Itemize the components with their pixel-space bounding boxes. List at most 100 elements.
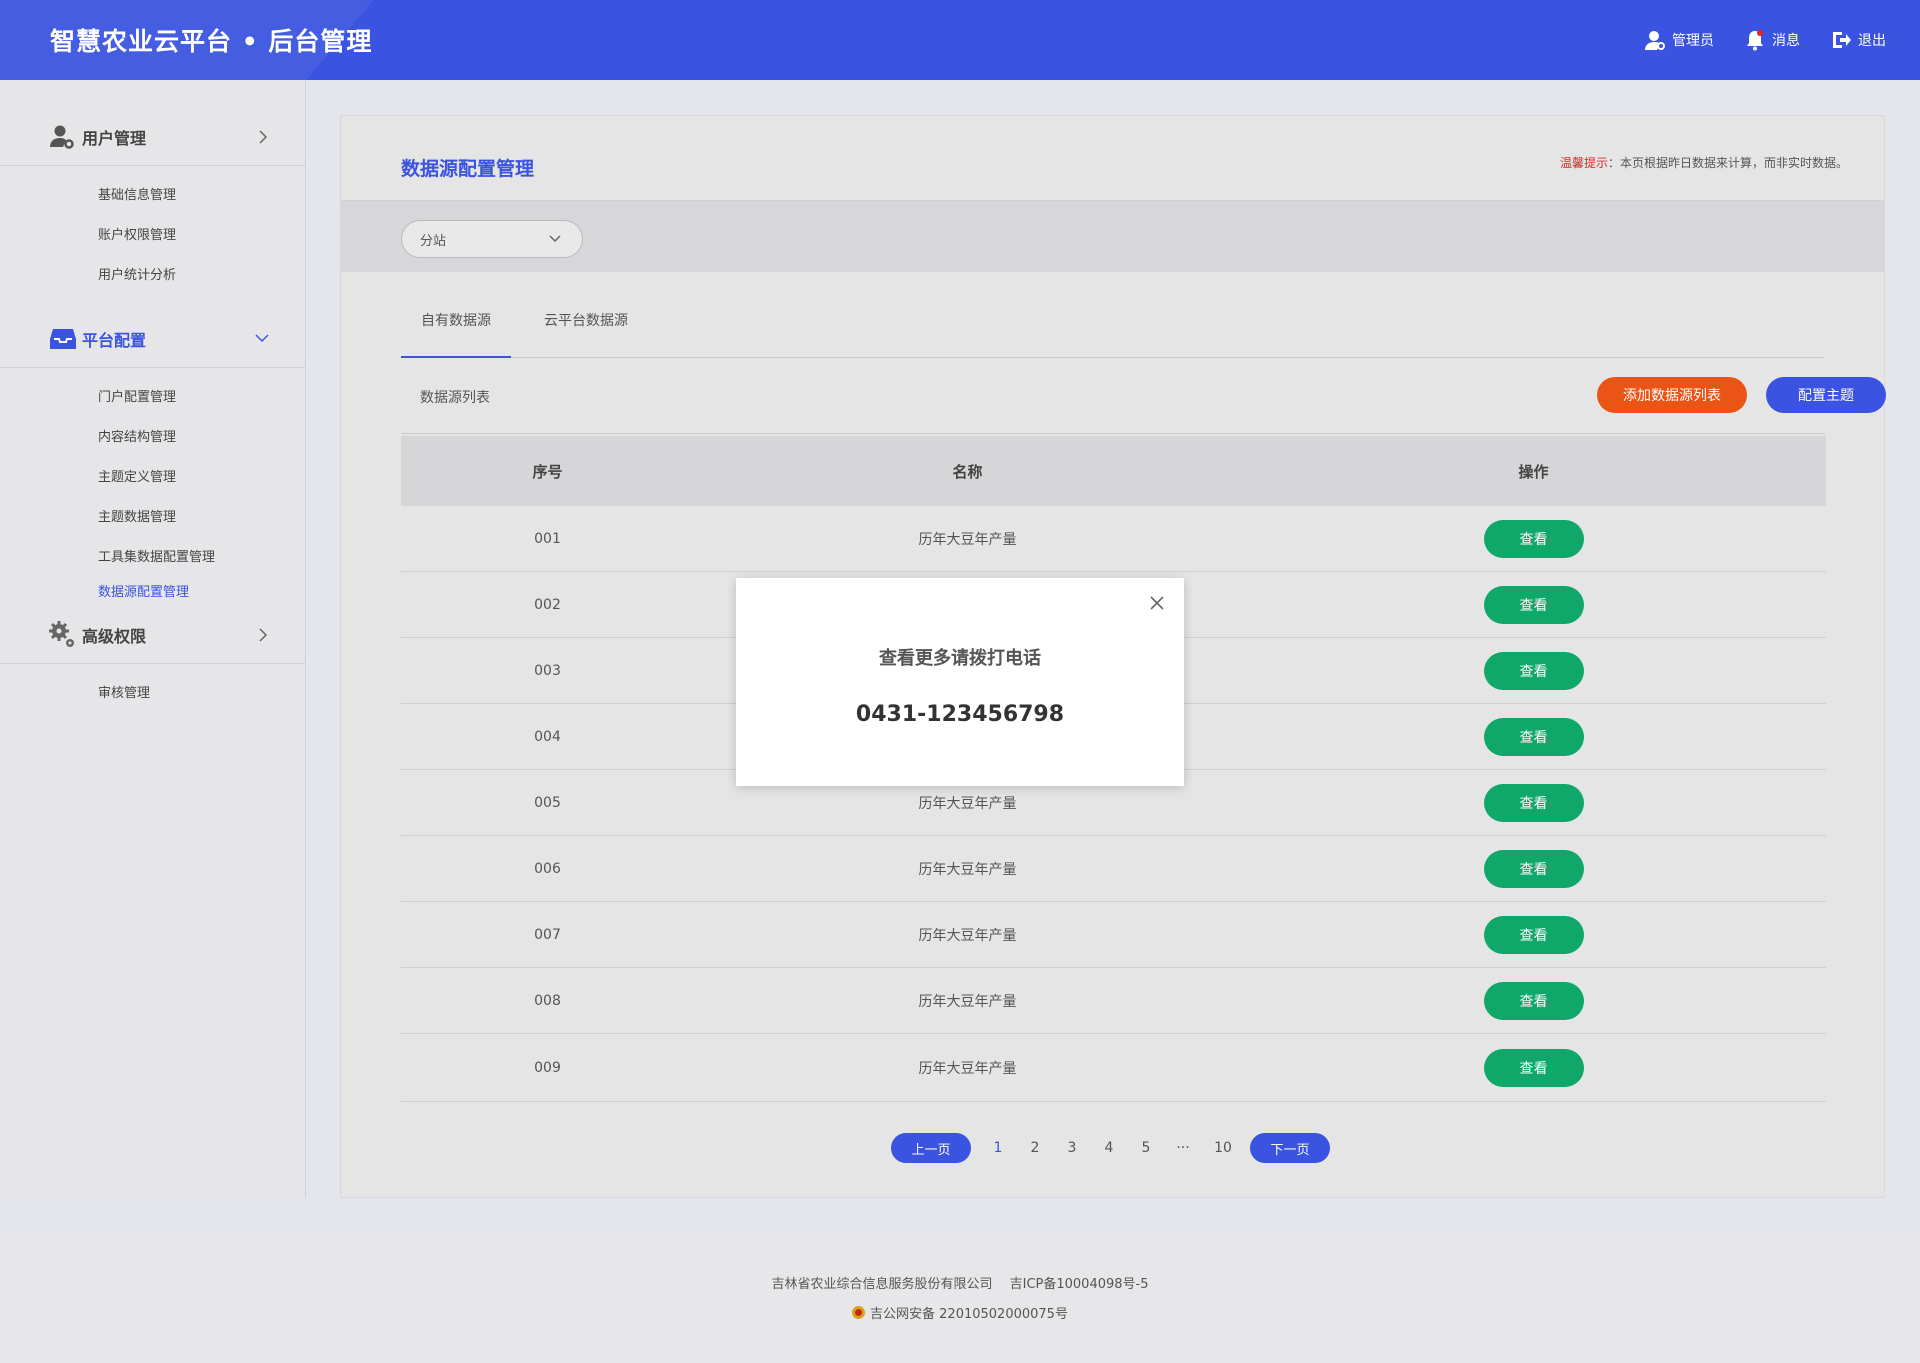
header-action: 操作 xyxy=(1518,462,1549,481)
page-number[interactable]: 5 xyxy=(1131,1140,1161,1156)
page-number[interactable]: 4 xyxy=(1094,1140,1124,1156)
cell-name: 历年大豆年产量 xyxy=(918,927,1017,944)
chevron-down-icon xyxy=(255,334,269,343)
view-button[interactable]: 查看 xyxy=(1483,783,1584,822)
tab-own-datasource[interactable]: 自有数据源 xyxy=(401,296,511,358)
tip-label: 温馨提示 xyxy=(1559,156,1608,170)
modal-message: 查看更多请拨打电话 xyxy=(879,648,1041,669)
menu-label-platform: 平台配置 xyxy=(82,330,147,350)
header-no: 序号 xyxy=(532,462,563,481)
submenu-platform: 门户配置管理 内容结构管理 主题定义管理 主题数据管理 工具集数据配置管理 数据… xyxy=(0,368,305,622)
app-title: 智慧农业云平台 • 后台管理 xyxy=(50,27,373,56)
cell-action: 查看 xyxy=(1241,651,1826,690)
cell-no: 001 xyxy=(534,530,561,547)
cell-action: 查看 xyxy=(1241,519,1826,558)
chevron-down-icon xyxy=(549,235,561,243)
sidebar-item-basic-info[interactable]: 基础信息管理 xyxy=(0,176,305,216)
logout-button[interactable]: 退出 xyxy=(1830,29,1886,51)
cell-name: 历年大豆年产量 xyxy=(918,1060,1017,1077)
menu-head-platform-config[interactable]: 平台配置 xyxy=(0,310,305,368)
cell-action: 查看 xyxy=(1241,915,1826,954)
filter-bar: 分站 xyxy=(341,200,1884,272)
modal-phone: 0431-123456798 xyxy=(855,702,1065,727)
table-row: 008 历年大豆年产量 查看 xyxy=(401,968,1826,1034)
bell-icon xyxy=(1747,30,1763,51)
submenu-advanced: 审核管理 xyxy=(0,664,305,728)
next-page-button[interactable]: 下一页 xyxy=(1250,1133,1330,1163)
cell-no: 006 xyxy=(534,860,561,877)
station-select-value: 分站 xyxy=(420,233,447,249)
page-number[interactable]: 1 xyxy=(983,1140,1013,1156)
cell-action: 查看 xyxy=(1241,717,1826,756)
page-title: 数据源配置管理 xyxy=(401,158,535,180)
footer-police-record: 吉公网安备 22010502000075号 xyxy=(0,1303,1920,1322)
admin-button[interactable]: 管理员 xyxy=(1644,29,1714,51)
view-button[interactable]: 查看 xyxy=(1483,717,1584,756)
message-label: 消息 xyxy=(1772,33,1800,49)
close-icon[interactable] xyxy=(1148,594,1166,612)
prev-page-button[interactable]: 上一页 xyxy=(891,1133,971,1163)
view-button[interactable]: 查看 xyxy=(1483,915,1584,954)
cell-action: 查看 xyxy=(1241,783,1826,822)
table-row: 001 历年大豆年产量 查看 xyxy=(401,506,1826,572)
add-datasource-button[interactable]: 添加数据源列表 xyxy=(1597,377,1747,413)
table-row: 009 历年大豆年产量 查看 xyxy=(401,1034,1826,1102)
footer-record-text[interactable]: 吉公网安备 22010502000075号 xyxy=(870,1303,1068,1322)
cell-no: 007 xyxy=(534,926,561,943)
message-button[interactable]: 消息 xyxy=(1744,29,1800,51)
sidebar-item-theme-data[interactable]: 主题数据管理 xyxy=(0,498,305,538)
user-icon xyxy=(1645,31,1665,50)
tab-cloud-datasource[interactable]: 云平台数据源 xyxy=(531,296,641,358)
sidebar-item-datasource-config[interactable]: 数据源配置管理 xyxy=(0,578,305,608)
menu-label-user: 用户管理 xyxy=(82,128,147,148)
menu-group-user: 用户管理 基础信息管理 账户权限管理 用户统计分析 xyxy=(0,108,305,310)
list-toolbar: 数据源列表 添加数据源列表 配置主题 xyxy=(401,359,1886,434)
cell-action: 查看 xyxy=(1241,849,1826,888)
sidebar-item-toolset-config[interactable]: 工具集数据配置管理 xyxy=(0,538,305,578)
menu-group-platform: 平台配置 门户配置管理 内容结构管理 主题定义管理 主题数据管理 工具集数据配置… xyxy=(0,310,305,622)
cell-action: 查看 xyxy=(1241,1048,1826,1087)
footer-company: 吉林省农业综合信息服务股份有限公司 吉ICP备10004098号-5 xyxy=(771,1277,1149,1292)
header-actions: 管理员 消息 退出 xyxy=(1614,0,1886,80)
view-button[interactable]: 查看 xyxy=(1483,849,1584,888)
menu-head-user-management[interactable]: 用户管理 xyxy=(0,108,305,166)
chevron-right-icon xyxy=(259,130,268,144)
sidebar-item-account-permission[interactable]: 账户权限管理 xyxy=(0,216,305,256)
cell-no: 005 xyxy=(534,794,561,811)
menu-head-advanced-permission[interactable]: 高级权限 xyxy=(0,606,305,664)
list-title: 数据源列表 xyxy=(420,390,490,406)
contact-modal: 查看更多请拨打电话 0431-123456798 xyxy=(736,578,1184,786)
cell-no: 009 xyxy=(534,1059,561,1076)
police-badge-icon xyxy=(852,1306,866,1319)
table-row: 007 历年大豆年产量 查看 xyxy=(401,902,1826,968)
view-button[interactable]: 查看 xyxy=(1483,519,1584,558)
sidebar-item-content-structure[interactable]: 内容结构管理 xyxy=(0,418,305,458)
sidebar-item-review[interactable]: 审核管理 xyxy=(0,674,305,714)
cell-name: 历年大豆年产量 xyxy=(918,795,1017,812)
config-theme-button[interactable]: 配置主题 xyxy=(1766,377,1886,413)
sidebar-item-portal-config[interactable]: 门户配置管理 xyxy=(0,378,305,418)
view-button[interactable]: 查看 xyxy=(1483,1048,1584,1087)
submenu-user: 基础信息管理 账户权限管理 用户统计分析 xyxy=(0,166,305,310)
cell-no: 004 xyxy=(534,728,561,745)
cell-action: 查看 xyxy=(1241,981,1826,1020)
table-header: 序号 名称 操作 xyxy=(401,436,1826,506)
cell-name: 历年大豆年产量 xyxy=(918,861,1017,878)
page-number[interactable]: 10 xyxy=(1208,1140,1238,1156)
cell-no: 002 xyxy=(534,596,561,613)
pagination: 上一页 1 2 3 4 5 ··· 10 下一页 xyxy=(891,1133,1330,1163)
page-number[interactable]: 3 xyxy=(1057,1140,1087,1156)
page-tip: 温馨提示：本页根据昨日数据来计算，而非实时数据。 xyxy=(1560,154,1848,171)
station-select[interactable]: 分站 xyxy=(401,220,583,258)
cell-action: 查看 xyxy=(1241,585,1826,624)
tab-bar: 自有数据源 云平台数据源 xyxy=(401,296,1825,358)
cell-name: 历年大豆年产量 xyxy=(918,531,1017,548)
sidebar-item-theme-definition[interactable]: 主题定义管理 xyxy=(0,458,305,498)
view-button[interactable]: 查看 xyxy=(1483,585,1584,624)
admin-label: 管理员 xyxy=(1672,33,1714,49)
page-number[interactable]: 2 xyxy=(1020,1140,1050,1156)
sidebar-item-user-stats[interactable]: 用户统计分析 xyxy=(0,256,305,296)
menu-group-advanced: 高级权限 审核管理 xyxy=(0,606,305,728)
view-button[interactable]: 查看 xyxy=(1483,981,1584,1020)
view-button[interactable]: 查看 xyxy=(1483,651,1584,690)
